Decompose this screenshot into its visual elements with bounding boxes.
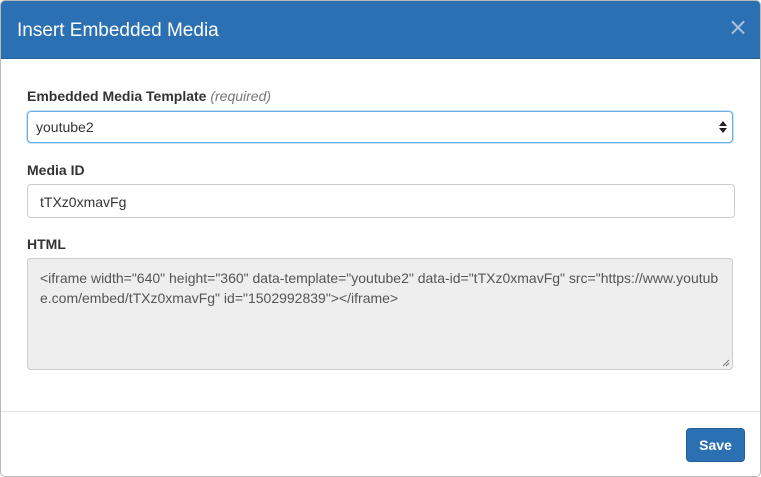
dialog-header: Insert Embedded Media × [1, 1, 760, 59]
required-note: (required) [210, 88, 272, 104]
media-id-value: tTXz0xmavFg [40, 194, 127, 210]
insert-embedded-media-dialog: Insert Embedded Media × Embedded Media T… [0, 0, 761, 477]
template-label-text: Embedded Media Template [27, 88, 207, 104]
save-button[interactable]: Save [686, 428, 745, 462]
resize-grip-icon[interactable] [722, 359, 730, 367]
media-id-label: Media ID [27, 162, 85, 178]
dialog-title: Insert Embedded Media [17, 20, 219, 41]
footer-divider [1, 411, 760, 412]
media-id-input[interactable]: tTXz0xmavFg [27, 184, 735, 218]
html-label: HTML [27, 236, 66, 252]
select-arrows-icon [719, 121, 727, 133]
template-select-value: youtube2 [36, 119, 94, 135]
template-select[interactable]: youtube2 [27, 111, 733, 143]
close-icon[interactable]: × [728, 15, 748, 39]
template-label: Embedded Media Template (required) [27, 87, 271, 105]
html-textarea[interactable]: <iframe width="640" height="360" data-te… [27, 258, 733, 370]
html-textarea-value: <iframe width="640" height="360" data-te… [40, 270, 719, 306]
